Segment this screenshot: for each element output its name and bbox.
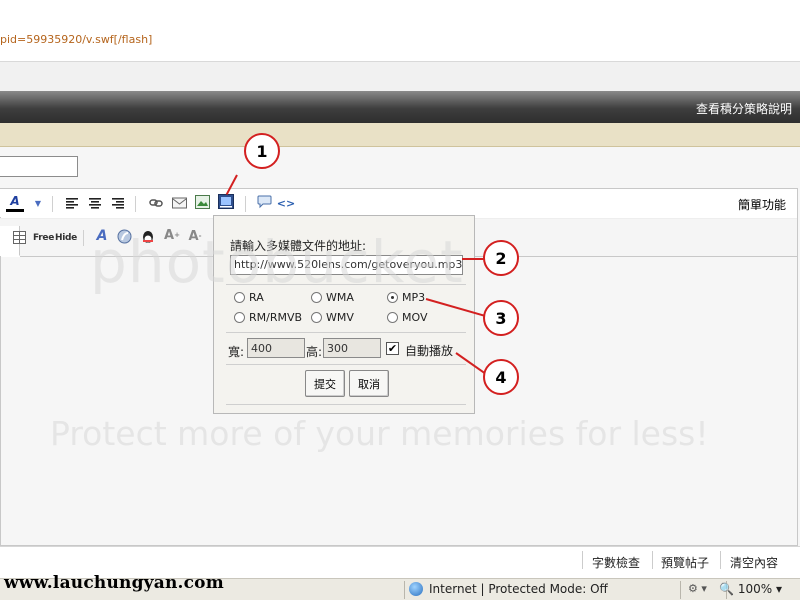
callout-badge-3: 3 <box>483 300 519 336</box>
autoplay-checkbox[interactable]: ✔ <box>386 342 399 355</box>
format-radio-mov[interactable]: MOV <box>387 311 427 324</box>
status-separator <box>680 581 681 599</box>
width-label: 寬: <box>228 345 245 359</box>
zoom-level[interactable]: 🔍 100% ▾ <box>719 582 782 596</box>
format-radio-rm[interactable]: RM/RMVB <box>234 311 302 324</box>
globe-icon <box>409 582 423 596</box>
email-icon[interactable] <box>171 195 187 209</box>
format-radio-mp3[interactable]: MP3 <box>387 291 425 304</box>
points-policy-link[interactable]: 查看積分策略說明 <box>696 100 792 117</box>
security-zone-label: Internet | Protected Mode: Off <box>429 582 608 596</box>
chevron-down-icon[interactable]: ▼ <box>30 196 46 210</box>
zoom-value: 100% <box>737 582 773 596</box>
site-watermark: www.lauchungyan.com <box>4 573 224 593</box>
media-icon[interactable] <box>218 193 234 209</box>
link-icon[interactable] <box>148 196 164 210</box>
align-center-icon[interactable] <box>87 196 103 210</box>
format-label: WMV <box>326 311 354 324</box>
superscript-icon[interactable]: A + <box>164 228 180 243</box>
hide-button[interactable]: Hide <box>55 233 77 243</box>
free-button[interactable]: Free <box>33 233 54 243</box>
word-count-link[interactable]: 字數檢查 <box>592 554 640 571</box>
format-label: RA <box>249 291 264 304</box>
subject-input[interactable] <box>0 156 78 177</box>
clear-content-link[interactable]: 清空內容 <box>730 554 778 571</box>
submit-button[interactable]: 提交 <box>305 370 345 397</box>
code-icon[interactable]: <> <box>277 196 295 210</box>
format-label: MP3 <box>402 291 426 304</box>
status-separator <box>404 581 405 599</box>
format-label: RM/RMVB <box>249 311 303 324</box>
radio-dot <box>311 312 322 323</box>
table-icon[interactable] <box>11 230 27 244</box>
toolbar-separator <box>245 196 246 212</box>
cancel-button[interactable]: 取消 <box>349 370 389 397</box>
header-bar: 查看積分策略說明 <box>0 91 800 123</box>
dialog-divider <box>226 364 466 365</box>
subscript-icon[interactable]: A- <box>187 229 203 244</box>
toolbar-separator <box>135 196 136 212</box>
font-color-swatch <box>6 209 24 212</box>
url-fragment-text: pid=59935920/v.swf[/flash] <box>0 33 153 46</box>
image-icon[interactable] <box>194 195 210 209</box>
radio-dot-selected <box>387 292 398 303</box>
radio-dot <box>234 292 245 303</box>
media-url-input[interactable]: http://www.520lens.com/getoveryou.mp3 <box>230 255 463 275</box>
top-band <box>0 61 800 91</box>
font-style-icon[interactable]: A <box>94 228 110 244</box>
simple-mode-link[interactable]: 簡單功能 <box>738 196 786 213</box>
align-left-icon[interactable] <box>64 196 80 210</box>
align-right-icon[interactable] <box>110 196 126 210</box>
format-label: MOV <box>402 311 428 324</box>
footer-separator <box>720 551 721 569</box>
format-label: WMA <box>326 291 354 304</box>
radio-dot <box>234 312 245 323</box>
qq-icon[interactable] <box>140 229 156 243</box>
callout-badge-1: 1 <box>244 133 280 169</box>
preview-link[interactable]: 預覽帖子 <box>661 554 709 571</box>
width-input[interactable]: 400 <box>247 338 305 358</box>
media-dialog: 請輸入多媒體文件的地址: http://www.520lens.com/geto… <box>213 215 475 414</box>
format-radio-ra[interactable]: RA <box>234 291 264 304</box>
font-color-icon[interactable]: A <box>7 194 23 208</box>
toolbar-separator <box>52 196 53 212</box>
callout-badge-2: 2 <box>483 240 519 276</box>
media-url-label: 請輸入多媒體文件的地址: <box>230 239 367 253</box>
tan-bar <box>0 123 800 147</box>
security-zone[interactable]: Internet | Protected Mode: Off <box>409 582 608 596</box>
format-radio-wma[interactable]: WMA <box>311 291 354 304</box>
format-radio-wmv[interactable]: WMV <box>311 311 354 324</box>
dialog-divider <box>226 332 466 333</box>
autoplay-label: 自動播放 <box>405 344 454 358</box>
radio-dot <box>387 312 398 323</box>
protected-mode-icon[interactable]: ⚙ ▾ <box>688 582 707 595</box>
dialog-divider <box>226 404 466 405</box>
callout-line <box>462 258 484 260</box>
height-input[interactable]: 300 <box>323 338 381 358</box>
radio-dot <box>311 292 322 303</box>
callout-badge-4: 4 <box>483 359 519 395</box>
toolbar-separator <box>83 230 84 246</box>
footer-separator <box>582 551 583 569</box>
footer-separator <box>652 551 653 569</box>
quote-icon[interactable] <box>256 195 272 209</box>
height-label: 高: <box>306 345 323 359</box>
flash-icon[interactable] <box>116 229 132 243</box>
dialog-divider <box>226 284 466 285</box>
